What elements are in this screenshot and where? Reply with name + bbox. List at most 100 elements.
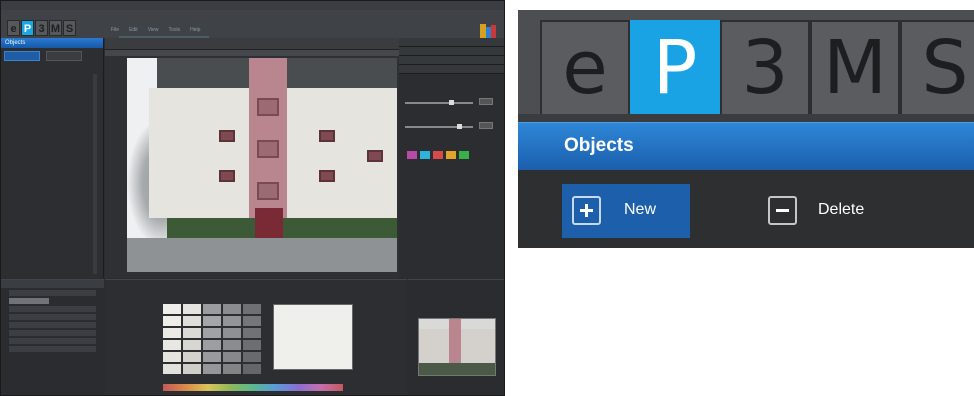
color-cell[interactable] <box>163 364 181 374</box>
new-object-button[interactable] <box>4 51 40 61</box>
color-cell[interactable] <box>183 328 201 338</box>
color-cell[interactable] <box>203 340 221 350</box>
menu-view[interactable]: View <box>148 27 159 33</box>
zoom-logo-letter-p: P <box>630 20 720 114</box>
objects-panel-toolbar <box>1 48 103 64</box>
contrast-value[interactable] <box>479 122 493 129</box>
thumb-ground <box>419 363 495 375</box>
color-cell[interactable] <box>163 316 181 326</box>
tree-item[interactable] <box>9 322 96 328</box>
menu-file[interactable]: File <box>111 27 119 33</box>
swatch-green[interactable] <box>459 151 469 159</box>
photo-window <box>219 170 235 182</box>
objects-header-title: Objects <box>564 135 634 156</box>
tree-item[interactable] <box>9 346 96 352</box>
color-cell[interactable] <box>203 328 221 338</box>
thumb-tower <box>449 319 461 369</box>
color-cell[interactable] <box>223 304 241 314</box>
objects-panel-header: Objects <box>1 38 103 48</box>
delete-button-label: Delete <box>818 201 865 218</box>
color-cell[interactable] <box>163 328 181 338</box>
brightness-slider[interactable] <box>405 102 473 104</box>
photo-window <box>319 130 335 142</box>
color-cell[interactable] <box>223 328 241 338</box>
building-photo[interactable] <box>127 58 397 272</box>
canvas-toolbar <box>105 38 399 50</box>
color-cell[interactable] <box>243 352 261 362</box>
photo-window <box>319 170 335 182</box>
color-cell[interactable] <box>183 304 201 314</box>
color-cell[interactable] <box>243 316 261 326</box>
brightness-knob[interactable] <box>449 100 454 105</box>
navigator-panel <box>408 279 504 395</box>
objects-header: Objects <box>518 122 974 170</box>
logo-letter-p: P <box>21 20 34 36</box>
minus-icon <box>768 196 797 225</box>
contrast-knob[interactable] <box>457 124 462 129</box>
photo-tower-window <box>257 140 279 158</box>
zoom-logo: e P 3 M S <box>540 20 974 114</box>
swatch-magenta[interactable] <box>407 151 417 159</box>
color-cell[interactable] <box>163 304 181 314</box>
color-cell[interactable] <box>203 364 221 374</box>
menu-tools[interactable]: Tools <box>168 27 180 33</box>
properties-row <box>399 47 504 56</box>
color-cell[interactable] <box>183 340 201 350</box>
properties-row <box>399 65 504 74</box>
color-cell[interactable] <box>183 352 201 362</box>
swatch-cyan[interactable] <box>420 151 430 159</box>
color-swatches <box>407 151 469 159</box>
color-cell[interactable] <box>243 364 261 374</box>
color-preview <box>273 304 353 370</box>
tree-item[interactable] <box>9 306 96 312</box>
color-cell[interactable] <box>243 304 261 314</box>
color-cell[interactable] <box>223 364 241 374</box>
app-logo-bar: e P 3 M S File Edit View Tools Help <box>1 10 504 43</box>
tree-item-selected[interactable] <box>9 298 49 304</box>
swatch-orange[interactable] <box>446 151 456 159</box>
catalog-tree-panel <box>1 279 104 395</box>
properties-row <box>399 38 504 47</box>
tree-item[interactable] <box>9 338 96 344</box>
delete-button[interactable]: Delete <box>762 184 902 238</box>
color-cell[interactable] <box>163 340 181 350</box>
new-button-label: New <box>624 201 657 218</box>
color-cell[interactable] <box>223 316 241 326</box>
plus-icon <box>572 196 601 225</box>
canvas-ruler <box>105 50 399 56</box>
menu-help[interactable]: Help <box>190 27 200 33</box>
color-spectrum-strip[interactable] <box>163 384 343 391</box>
color-cell[interactable] <box>183 316 201 326</box>
logo-letter-m: M <box>49 20 62 36</box>
photo-window <box>367 150 383 162</box>
objects-scrollbar[interactable] <box>93 74 97 274</box>
menu-edit[interactable]: Edit <box>129 27 138 33</box>
menu-bar: File Edit View Tools Help <box>111 27 200 33</box>
swatch-red[interactable] <box>433 151 443 159</box>
color-cell[interactable] <box>223 352 241 362</box>
navigator-thumbnail[interactable] <box>418 318 496 376</box>
app-titlebar <box>1 1 504 10</box>
color-grid <box>163 304 261 374</box>
brightness-value[interactable] <box>479 98 493 105</box>
tree-item[interactable] <box>9 330 96 336</box>
image-canvas[interactable] <box>105 38 399 278</box>
photo-tower-window <box>257 98 279 116</box>
color-library-panel <box>105 279 407 395</box>
color-cell[interactable] <box>203 316 221 326</box>
logo-letter-s: S <box>63 20 76 36</box>
contrast-slider[interactable] <box>405 126 473 128</box>
color-cell[interactable] <box>203 304 221 314</box>
tree-item[interactable] <box>9 314 96 320</box>
tree-item[interactable] <box>9 290 96 296</box>
delete-object-button[interactable] <box>46 51 82 61</box>
color-cell[interactable] <box>163 352 181 362</box>
objects-toolbar: New Delete <box>518 170 974 248</box>
color-cell[interactable] <box>223 340 241 350</box>
color-cell[interactable] <box>243 328 261 338</box>
new-button[interactable]: New <box>562 184 690 238</box>
color-cell[interactable] <box>243 340 261 350</box>
color-cell[interactable] <box>203 352 221 362</box>
photo-ground <box>127 238 397 272</box>
color-cell[interactable] <box>183 364 201 374</box>
